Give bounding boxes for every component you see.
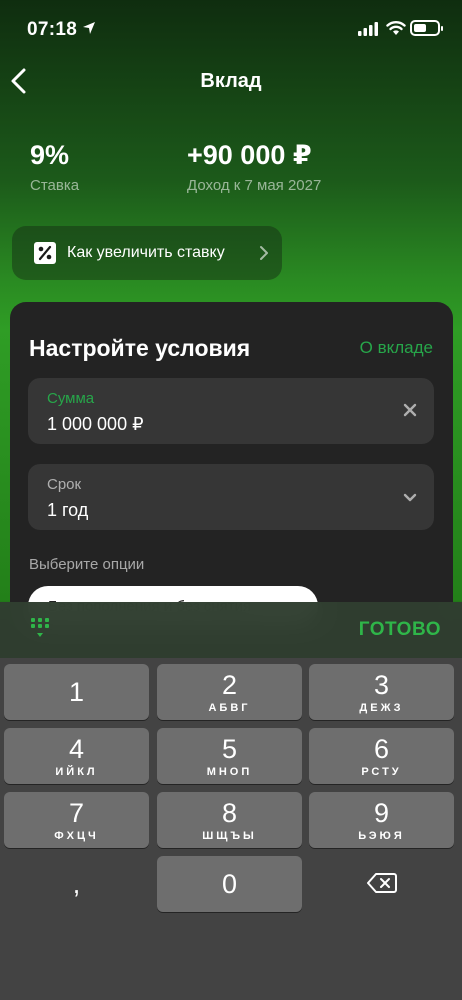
sum-input[interactable]: 1 000 000 ₽: [47, 414, 144, 435]
key-6[interactable]: 6 РСТУ: [309, 728, 454, 784]
income-label: Доход к 7 мая 2027: [187, 177, 322, 194]
key-digit: ,: [72, 869, 81, 899]
deposit-screen: 07:18 Вклад 9% Ставка +90 000 ₽ Доход к …: [0, 0, 462, 1000]
keyboard-toolbar: ГОТОВО: [0, 602, 462, 658]
key-4[interactable]: 4 ИЙКЛ: [4, 728, 149, 784]
keypad-grid-icon[interactable]: [31, 618, 51, 642]
key-letters: РСТУ: [361, 766, 402, 778]
backspace-icon: [366, 873, 397, 893]
income-value: +90 000 ₽: [187, 140, 312, 170]
term-label: Срок: [47, 476, 82, 493]
key-2[interactable]: 2 АБВГ: [157, 664, 302, 720]
key-7[interactable]: 7 ФХЦЧ: [4, 792, 149, 848]
numeric-keyboard: ГОТОВО 1 2 АБВГ 3 ДЕЖЗ 4 ИЙКЛ 5 МНОП 6 Р…: [0, 602, 462, 1000]
key-backspace[interactable]: [309, 856, 454, 912]
key-digit: 7: [68, 798, 85, 828]
about-deposit-link[interactable]: О вкладе: [360, 338, 433, 358]
key-digit: 3: [373, 670, 390, 700]
battery-icon: [410, 20, 443, 36]
rate-value: 9%: [30, 140, 70, 170]
key-digit: 8: [221, 798, 238, 828]
key-8[interactable]: 8 ШЩЪЫ: [157, 792, 302, 848]
key-letters: МНОП: [206, 766, 253, 778]
key-letters: АБВГ: [208, 702, 251, 714]
key-5[interactable]: 5 МНОП: [157, 728, 302, 784]
location-arrow-icon: [83, 22, 95, 34]
sum-label: Сумма: [47, 390, 95, 407]
percent-icon: [34, 242, 56, 264]
wifi-icon: [386, 21, 406, 35]
key-letters: ШЩЪЫ: [202, 830, 257, 842]
key-digit: 9: [373, 798, 390, 828]
term-field[interactable]: Срок 1 год: [28, 464, 434, 530]
key-0[interactable]: 0: [157, 856, 302, 912]
increase-rate-button[interactable]: Как увеличить ставку: [12, 226, 282, 280]
key-letters: ДЕЖЗ: [359, 702, 404, 714]
status-bar: 07:18: [0, 14, 462, 44]
key-digit: 0: [221, 869, 238, 899]
key-comma[interactable]: ,: [4, 856, 149, 912]
conditions-card: Настройте условия О вкладе Сумма 1 000 0…: [10, 302, 453, 642]
page-title: Вклад: [200, 70, 262, 92]
key-1[interactable]: 1: [4, 664, 149, 720]
conditions-heading: Настройте условия: [29, 335, 251, 361]
term-value: 1 год: [47, 500, 89, 520]
rate-label: Ставка: [30, 177, 80, 194]
key-digit: 4: [68, 734, 85, 764]
key-digit: 5: [221, 734, 238, 764]
chevron-down-icon: [403, 493, 417, 502]
sum-field[interactable]: Сумма 1 000 000 ₽: [28, 378, 434, 444]
key-letters: ИЙКЛ: [55, 766, 98, 778]
key-letters: ЬЭЮЯ: [358, 830, 405, 842]
chevron-right-icon: [260, 246, 268, 260]
key-digit: 1: [68, 677, 85, 707]
key-digit: 6: [373, 734, 390, 764]
options-label: Выберите опции: [29, 556, 145, 573]
status-time: 07:18: [27, 19, 78, 40]
increase-rate-label: Как увеличить ставку: [67, 244, 225, 261]
key-9[interactable]: 9 ЬЭЮЯ: [309, 792, 454, 848]
done-button[interactable]: ГОТОВО: [359, 619, 441, 641]
key-3[interactable]: 3 ДЕЖЗ: [309, 664, 454, 720]
clear-icon[interactable]: [402, 402, 418, 418]
key-letters: ФХЦЧ: [54, 830, 99, 842]
key-digit: 2: [221, 670, 238, 700]
cell-signal-icon: [358, 22, 378, 36]
